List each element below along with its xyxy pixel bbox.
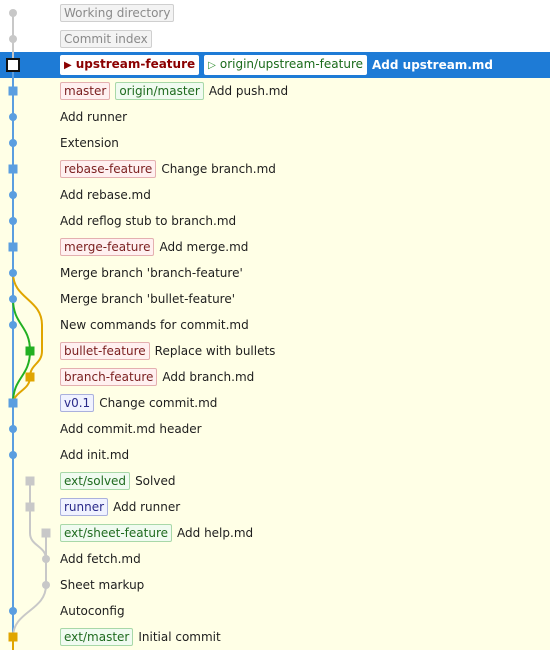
commit-message: Change commit.md	[99, 396, 218, 410]
commit-message: Add push.md	[208, 84, 289, 98]
local-branch-label[interactable]: rebase-feature	[60, 160, 157, 178]
ref-label-text: ext/master	[64, 630, 130, 644]
ref-label-text: Commit index	[64, 32, 148, 46]
commit-message: Extension	[60, 136, 119, 150]
commit-message: Add runner	[113, 500, 181, 514]
commit-message: Add merge.md	[159, 240, 249, 254]
commit-message: Sheet markup	[60, 578, 145, 592]
ref-label-text: Working directory	[64, 6, 171, 20]
ref-label-text: upstream-feature	[75, 57, 196, 71]
commit-row[interactable]: ext/master Initial commit	[0, 624, 550, 650]
ref-label-text: runner	[64, 500, 105, 514]
commit-message: Add fetch.md	[60, 552, 141, 566]
remote-branch-label[interactable]: origin/master	[115, 82, 204, 100]
remote-branch-label[interactable]: ▷ origin/upstream-feature	[204, 55, 367, 75]
local-branch-label[interactable]: master	[60, 82, 111, 100]
commit-row[interactable]: ▶ upstream-feature ▷ origin/upstream-featur…	[0, 52, 550, 78]
pseudo-commit-label[interactable]: Commit index	[60, 30, 152, 48]
ref-label-text: merge-feature	[64, 240, 151, 254]
commit-row[interactable]: Working directory	[0, 0, 550, 26]
ref-label-text: v0.1	[64, 396, 91, 410]
commit-row[interactable]: Add rebase.md	[0, 182, 550, 208]
commit-row[interactable]: Add init.md	[0, 442, 550, 468]
commit-message: Initial commit	[138, 630, 221, 644]
commit-message: Autoconfig	[60, 604, 125, 618]
commit-row[interactable]: Add commit.md header	[0, 416, 550, 442]
tag-label[interactable]: runner	[60, 498, 109, 516]
commit-row[interactable]: Add reflog stub to branch.md	[0, 208, 550, 234]
ref-label-text: ext/solved	[64, 474, 127, 488]
local-branch-label[interactable]: branch-feature	[60, 368, 158, 386]
commit-row[interactable]: Merge branch 'branch-feature'	[0, 260, 550, 286]
commit-graph-list: Working directory Commit index ▶ upstream-f…	[0, 0, 550, 650]
commit-row[interactable]: v0.1 Change commit.md	[0, 390, 550, 416]
ref-label-text: origin/master	[119, 84, 200, 98]
local-branch-label[interactable]: ▶ upstream-feature	[60, 55, 200, 75]
ref-label-text: ext/sheet-feature	[64, 526, 169, 540]
commit-message: Add help.md	[177, 526, 254, 540]
commit-message: Add reflog stub to branch.md	[60, 214, 237, 228]
commit-row[interactable]: rebase-feature Change branch.md	[0, 156, 550, 182]
commit-message: Merge branch 'bullet-feature'	[60, 292, 236, 306]
commit-message: Add upstream.md	[372, 58, 493, 72]
commit-message: Merge branch 'branch-feature'	[60, 266, 243, 280]
ref-label-text: origin/upstream-feature	[219, 57, 363, 71]
current-branch-icon: ▶	[64, 60, 72, 71]
commit-row[interactable]: runner Add runner	[0, 494, 550, 520]
commit-message: Add runner	[60, 110, 128, 124]
commit-row[interactable]: ext/sheet-feature Add help.md	[0, 520, 550, 546]
remote-branch-label[interactable]: ext/solved	[60, 472, 131, 490]
commit-row[interactable]: Merge branch 'bullet-feature'	[0, 286, 550, 312]
commit-message: Add commit.md header	[60, 422, 202, 436]
ref-label-text: rebase-feature	[64, 162, 153, 176]
commit-message: Replace with bullets	[154, 344, 276, 358]
commit-row[interactable]: branch-feature Add branch.md	[0, 364, 550, 390]
remote-branch-label[interactable]: ext/master	[60, 628, 134, 646]
commit-row[interactable]: ext/solved Solved	[0, 468, 550, 494]
commit-row[interactable]: Commit index	[0, 26, 550, 52]
tracking-branch-icon: ▷	[208, 60, 216, 71]
pseudo-commit-label[interactable]: Working directory	[60, 4, 175, 22]
commit-row[interactable]: Extension	[0, 130, 550, 156]
commit-message: Solved	[135, 474, 176, 488]
commit-row[interactable]: Add fetch.md	[0, 546, 550, 572]
commit-message: Add rebase.md	[60, 188, 151, 202]
commit-message: New commands for commit.md	[60, 318, 249, 332]
tag-label[interactable]: v0.1	[60, 394, 95, 412]
commit-row[interactable]: master origin/master Add push.md	[0, 78, 550, 104]
ref-label-text: master	[64, 84, 107, 98]
ref-label-text: bullet-feature	[64, 344, 146, 358]
local-branch-label[interactable]: merge-feature	[60, 238, 155, 256]
ref-label-text: branch-feature	[64, 370, 154, 384]
commit-row[interactable]: bullet-feature Replace with bullets	[0, 338, 550, 364]
remote-branch-label[interactable]: ext/sheet-feature	[60, 524, 173, 542]
commit-row[interactable]: Sheet markup	[0, 572, 550, 598]
commit-row[interactable]: merge-feature Add merge.md	[0, 234, 550, 260]
local-branch-label[interactable]: bullet-feature	[60, 342, 150, 360]
commit-row[interactable]: Add runner	[0, 104, 550, 130]
commit-message: Add init.md	[60, 448, 130, 462]
commit-message: Add branch.md	[162, 370, 255, 384]
commit-row[interactable]: Autoconfig	[0, 598, 550, 624]
commit-message: Change branch.md	[161, 162, 276, 176]
commit-row[interactable]: New commands for commit.md	[0, 312, 550, 338]
